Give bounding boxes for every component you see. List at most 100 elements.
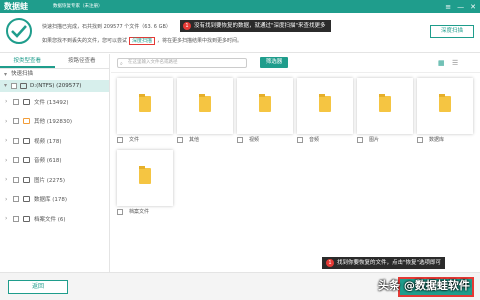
- scan-hint-suffix: ，将在更多扫描结果中找到更多时间。: [157, 38, 243, 44]
- sidebar-item-audio[interactable]: › 音频 (618): [0, 151, 109, 171]
- recover-tooltip-text: 找到你要恢复的文件，点击"恢复"选项即可: [337, 260, 442, 266]
- sidebar-item-documents[interactable]: › 文件 (13492): [0, 92, 109, 112]
- checkbox[interactable]: [13, 196, 19, 203]
- watermark: 头条 @数据蛙软件: [378, 279, 470, 292]
- chevron-down-icon[interactable]: ▾: [4, 80, 8, 92]
- archive-icon: [23, 215, 30, 222]
- checkbox[interactable]: [357, 136, 363, 143]
- folder-label[interactable]: 档案文件: [117, 208, 149, 215]
- filter-button[interactable]: 筛选器: [260, 57, 288, 68]
- checkbox[interactable]: [13, 98, 19, 105]
- folder-label[interactable]: 图片: [357, 136, 379, 143]
- sidebar-item-label: 其他 (192830): [34, 119, 73, 126]
- database-icon: [23, 196, 30, 203]
- chevron-right-icon[interactable]: ›: [5, 137, 9, 144]
- image-icon: [23, 176, 30, 183]
- sidebar-item-label: 数据库 (178): [34, 197, 68, 204]
- sidebar-item-label: 图片 (2275): [34, 177, 66, 184]
- sidebar-item-images[interactable]: › 图片 (2275): [0, 170, 109, 190]
- drive-item[interactable]: ▾ D:(NTFS) (209577): [0, 80, 109, 92]
- tab-by-path[interactable]: 按路径查看: [55, 54, 110, 68]
- deep-scan-tooltip: 1 没有找到要恢复的数据，就通过"深度扫描"来查找更多: [180, 20, 331, 32]
- app-subtitle: 数据恢复专家（未注册）: [53, 4, 103, 9]
- folder-icon: [139, 166, 151, 184]
- checkbox[interactable]: [117, 208, 123, 215]
- title-bar: 数据蛙 数据恢复专家（未注册） ≡ — ✕: [0, 0, 480, 13]
- folder-card-other[interactable]: [177, 78, 233, 134]
- sidebar-item-label: 文件 (13492): [34, 99, 69, 106]
- view-tabs: 按类型查看 按路径查看: [0, 54, 109, 69]
- folder-label[interactable]: 音频: [297, 136, 319, 143]
- folder-label[interactable]: 其他: [177, 136, 199, 143]
- search-placeholder: 在这里输入文件名或路径: [128, 60, 178, 65]
- folder-card-archive[interactable]: [117, 150, 173, 206]
- chevron-right-icon[interactable]: ›: [5, 157, 9, 164]
- chevron-right-icon[interactable]: ›: [5, 176, 9, 183]
- checkbox[interactable]: [177, 136, 183, 143]
- audio-icon: [23, 157, 30, 164]
- tip-badge: 1: [326, 259, 334, 267]
- menu-icon[interactable]: ≡: [445, 3, 451, 11]
- sidebar: 按类型查看 按路径查看 ▾ 快速扫描 ▾ D:(NTFS) (209577) ›…: [0, 54, 110, 272]
- list-view-icon[interactable]: ☰: [452, 59, 460, 67]
- deep-scan-button[interactable]: 深度扫描: [430, 25, 474, 38]
- chevron-right-icon[interactable]: ›: [5, 118, 9, 125]
- search-input[interactable]: ⌕ 在这里输入文件名或路径: [117, 58, 247, 68]
- checkbox[interactable]: [13, 176, 19, 183]
- folder-card-audio[interactable]: [297, 78, 353, 134]
- footer: 返回 1 找到你要恢复的文件，点击"恢复"选项即可 头条 @数据蛙软件: [0, 257, 480, 300]
- deep-scan-tooltip-text: 没有找到要恢复的数据，就通过"深度扫描"来查找更多: [194, 23, 326, 29]
- checkbox[interactable]: [11, 83, 17, 89]
- tree-root-label: 快速扫描: [11, 71, 34, 77]
- back-button[interactable]: 返回: [8, 280, 68, 294]
- main-panel: ⌕ 在这里输入文件名或路径 筛选器 ▦ ☰ 文件 其他 视频 音频 图片 数据库…: [111, 54, 480, 272]
- sidebar-item-database[interactable]: › 数据库 (178): [0, 190, 109, 210]
- folder-label[interactable]: 数据库: [417, 136, 444, 143]
- document-icon: [23, 98, 30, 105]
- folder-label[interactable]: 文件: [117, 136, 139, 143]
- search-icon: ⌕: [120, 61, 123, 67]
- close-icon[interactable]: ✕: [470, 3, 476, 11]
- checkbox[interactable]: [117, 136, 123, 143]
- checkbox[interactable]: [13, 118, 19, 125]
- grid-view-icon[interactable]: ▦: [438, 59, 446, 67]
- checkbox[interactable]: [297, 136, 303, 143]
- sidebar-item-other[interactable]: › 其他 (192830): [0, 112, 109, 132]
- folder-card-images[interactable]: [357, 78, 413, 134]
- tree-root[interactable]: ▾ 快速扫描: [0, 69, 109, 80]
- app-logo: 数据蛙: [4, 2, 28, 11]
- scan-result-header: 快速扫描已完成，石共找到 209577 个文件（63. 6 GB） 如果您找不到…: [0, 13, 480, 53]
- checkbox[interactable]: [13, 215, 19, 222]
- sidebar-item-label: 视频 (178): [34, 138, 62, 145]
- folder-icon: [319, 94, 331, 112]
- chevron-down-icon[interactable]: ▾: [4, 69, 8, 80]
- checkbox[interactable]: [13, 137, 19, 144]
- scan-hint: 如果您找不到丢失的文件，您可以尝试 深度扫描 ，将在更多扫描结果中找到更多时间。: [42, 37, 243, 45]
- divider: [111, 72, 480, 73]
- chevron-right-icon[interactable]: ›: [5, 98, 9, 105]
- folder-card-video[interactable]: [237, 78, 293, 134]
- folder-icon: [199, 94, 211, 112]
- sidebar-item-archive[interactable]: › 档案文件 (6): [0, 209, 109, 229]
- checkbox[interactable]: [13, 157, 19, 164]
- sidebar-item-video[interactable]: › 视频 (178): [0, 131, 109, 151]
- chevron-right-icon[interactable]: ›: [5, 196, 9, 203]
- chevron-right-icon[interactable]: ›: [5, 215, 9, 222]
- folder-card-database[interactable]: [417, 78, 473, 134]
- checkbox[interactable]: [237, 136, 243, 143]
- checkbox[interactable]: [417, 136, 423, 143]
- drive-label: D:(NTFS) (209577): [30, 83, 82, 89]
- deep-scan-link[interactable]: 深度扫描: [129, 37, 156, 45]
- folder-icon: [439, 94, 451, 112]
- tab-by-type[interactable]: 按类型查看: [0, 54, 55, 68]
- folder-icon: [259, 94, 271, 112]
- folder-icon: [379, 94, 391, 112]
- scan-summary: 快速扫描已完成，石共找到 209577 个文件（63. 6 GB）: [42, 24, 171, 30]
- folder-card-documents[interactable]: [117, 78, 173, 134]
- folder-label[interactable]: 视频: [237, 136, 259, 143]
- video-icon: [23, 137, 30, 144]
- drive-icon: [20, 83, 27, 89]
- recover-tooltip: 1 找到你要恢复的文件，点击"恢复"选项即可: [322, 257, 446, 269]
- minimize-icon[interactable]: —: [457, 3, 464, 11]
- sidebar-item-label: 音频 (618): [34, 158, 62, 165]
